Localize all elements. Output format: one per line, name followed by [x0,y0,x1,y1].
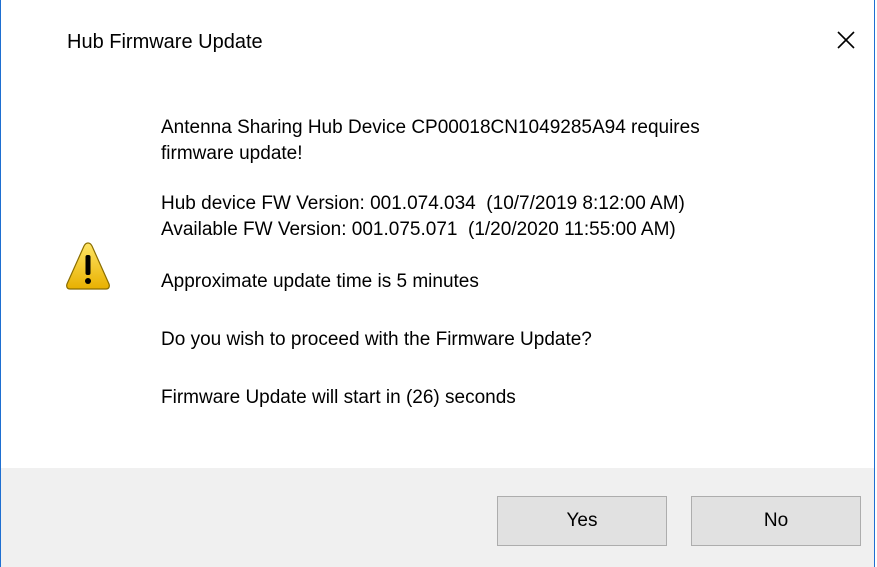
dialog-title: Hub Firmware Update [67,31,263,53]
warning-icon [66,242,110,290]
firmware-update-dialog: Hub Firmware Update Antenna Sharing Hub … [0,0,875,567]
close-icon [837,31,855,49]
yes-button[interactable]: Yes [497,496,667,546]
message-line-2: firmware update! [161,143,303,164]
message-area: Antenna Sharing Hub Device CP00018CN1049… [161,115,841,411]
update-time-text: Approximate update time is 5 minutes [161,271,479,292]
message-line-1: Antenna Sharing Hub Device CP00018CN1049… [161,117,700,138]
close-button[interactable] [818,14,874,66]
countdown-text: Firmware Update will start in (26) secon… [161,387,516,408]
available-fw-version: Available FW Version: 001.075.071 (1/20/… [161,219,676,240]
proceed-question: Do you wish to proceed with the Firmware… [161,329,592,350]
title-bar[interactable]: Hub Firmware Update [1,0,874,84]
hub-fw-version: Hub device FW Version: 001.074.034 (10/7… [161,193,685,214]
no-button[interactable]: No [691,496,861,546]
button-bar: Yes No [1,468,874,567]
